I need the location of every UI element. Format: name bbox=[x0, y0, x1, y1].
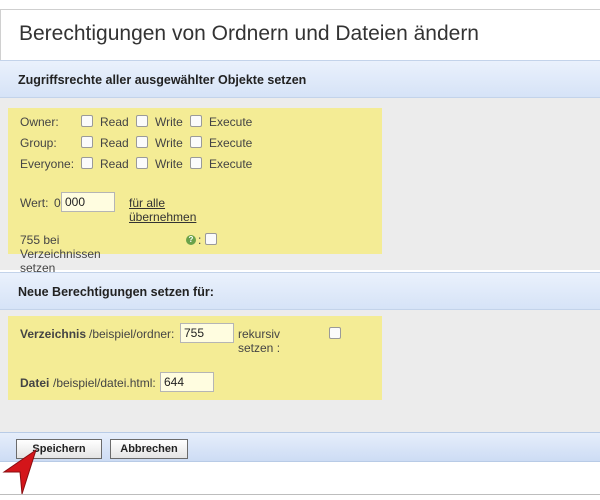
new-perms-section-header: Neue Berechtigungen setzen für: bbox=[0, 272, 600, 310]
dir-755-colon: : bbox=[198, 233, 202, 247]
owner-read-label: Read bbox=[100, 115, 129, 129]
permission-value-input[interactable] bbox=[61, 192, 115, 212]
group-read-label: Read bbox=[100, 136, 129, 150]
value-label: Wert: bbox=[20, 196, 49, 210]
file-permission-input[interactable] bbox=[160, 372, 214, 392]
folder-label: Verzeichnis bbox=[20, 327, 87, 341]
owner-execute-checkbox[interactable] bbox=[190, 115, 202, 127]
everyone-execute-checkbox[interactable] bbox=[190, 157, 202, 169]
new-perms-panel: Verzeichnis /beispiel/ordner: rekursiv s… bbox=[8, 316, 382, 400]
owner-write-label: Write bbox=[155, 115, 183, 129]
title-bar: Berechtigungen von Ordnern und Dateien ä… bbox=[0, 10, 600, 60]
cancel-button[interactable]: Abbrechen bbox=[110, 439, 188, 459]
group-read-checkbox[interactable] bbox=[81, 136, 93, 148]
recursive-checkbox[interactable] bbox=[329, 327, 341, 339]
group-execute-checkbox[interactable] bbox=[190, 136, 202, 148]
group-write-checkbox[interactable] bbox=[136, 136, 148, 148]
owner-write-checkbox[interactable] bbox=[136, 115, 148, 127]
folder-permission-input[interactable] bbox=[180, 323, 234, 343]
everyone-execute-label: Execute bbox=[209, 157, 253, 171]
new-perms-section-body: Verzeichnis /beispiel/ordner: rekursiv s… bbox=[0, 310, 600, 432]
access-section-header: Zugriffsrechte aller ausgewählter Objekt… bbox=[0, 60, 600, 98]
everyone-read-checkbox[interactable] bbox=[81, 157, 93, 169]
everyone-write-checkbox[interactable] bbox=[136, 157, 148, 169]
everyone-label: Everyone: bbox=[20, 157, 75, 171]
access-panel: Owner: Read Write Execute Group: Read Wr… bbox=[8, 108, 382, 275]
group-label: Group: bbox=[20, 136, 57, 150]
value-prefix: 0 bbox=[54, 196, 61, 210]
everyone-write-label: Write bbox=[155, 157, 183, 171]
group-execute-label: Execute bbox=[209, 136, 253, 150]
mouse-cursor-icon bbox=[2, 448, 37, 495]
access-section-title: Zugriffsrechte aller ausgewählter Objekt… bbox=[18, 73, 307, 87]
folder-path: /beispiel/ordner: bbox=[89, 327, 175, 341]
dir-755-label: 755 bei Verzeichnissen setzen bbox=[20, 233, 101, 275]
file-label: Datei bbox=[20, 376, 50, 390]
help-icon[interactable]: ? bbox=[186, 235, 196, 245]
everyone-read-label: Read bbox=[100, 157, 129, 171]
owner-execute-label: Execute bbox=[209, 115, 253, 129]
group-write-label: Write bbox=[155, 136, 183, 150]
bottom-divider bbox=[0, 494, 600, 495]
dir-755-checkbox[interactable] bbox=[205, 233, 217, 245]
access-section-body: Owner: Read Write Execute Group: Read Wr… bbox=[0, 98, 600, 275]
file-path: /beispiel/datei.html: bbox=[53, 376, 156, 390]
new-perms-section-title: Neue Berechtigungen setzen für: bbox=[18, 285, 214, 299]
apply-to-all-link[interactable]: für alle übernehmen bbox=[129, 196, 196, 224]
button-bar: Speichern Abbrechen bbox=[0, 432, 600, 462]
page-title: Berechtigungen von Ordnern und Dateien ä… bbox=[19, 22, 479, 45]
owner-label: Owner: bbox=[20, 115, 59, 129]
recursive-label: rekursiv setzen : bbox=[238, 327, 281, 355]
owner-read-checkbox[interactable] bbox=[81, 115, 93, 127]
